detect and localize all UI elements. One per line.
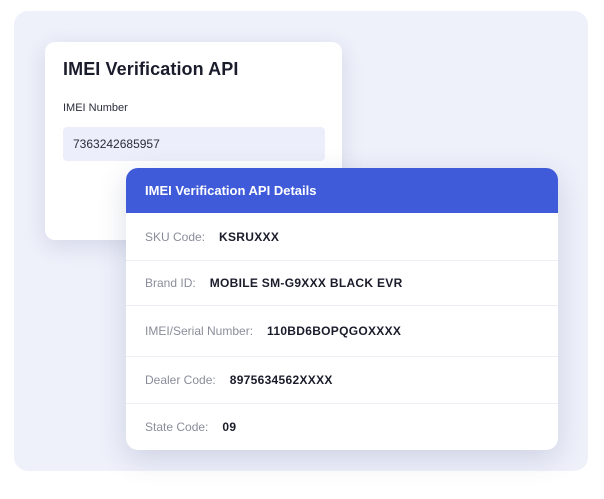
state-code-label: State Code: — [145, 420, 209, 434]
detail-row-brand-id: Brand ID: MOBILE SM-G9XXX BLACK EVR — [126, 261, 558, 306]
imei-serial-label: IMEI/Serial Number: — [145, 324, 254, 338]
form-title: IMEI Verification API — [63, 59, 239, 79]
dealer-code-value: 8975634562XXXX — [229, 373, 333, 387]
imei-serial-value: 110BD6BOPQGOXXXX — [267, 324, 402, 338]
state-code-value: 09 — [222, 420, 237, 434]
details-header: IMEI Verification API Details — [126, 168, 558, 213]
detail-row-state-code: State Code: 09 — [126, 404, 558, 450]
imei-number-label: IMEI Number — [63, 102, 128, 114]
detail-row-dealer-code: Dealer Code: 8975634562XXXX — [126, 357, 558, 404]
imei-number-input[interactable] — [63, 127, 325, 161]
imei-details-card: IMEI Verification API Details SKU Code: … — [126, 168, 558, 450]
detail-row-sku-code: SKU Code: KSRUXXX — [126, 213, 558, 261]
detail-row-imei-serial: IMEI/Serial Number: 110BD6BOPQGOXXXX — [126, 306, 558, 357]
sku-code-label: SKU Code: — [145, 229, 206, 244]
brand-id-label: Brand ID: — [145, 276, 196, 290]
sku-code-value: KSRUXXX — [219, 229, 280, 244]
brand-id-value: MOBILE SM-G9XXX BLACK EVR — [209, 276, 403, 290]
dealer-code-label: Dealer Code: — [145, 373, 216, 387]
